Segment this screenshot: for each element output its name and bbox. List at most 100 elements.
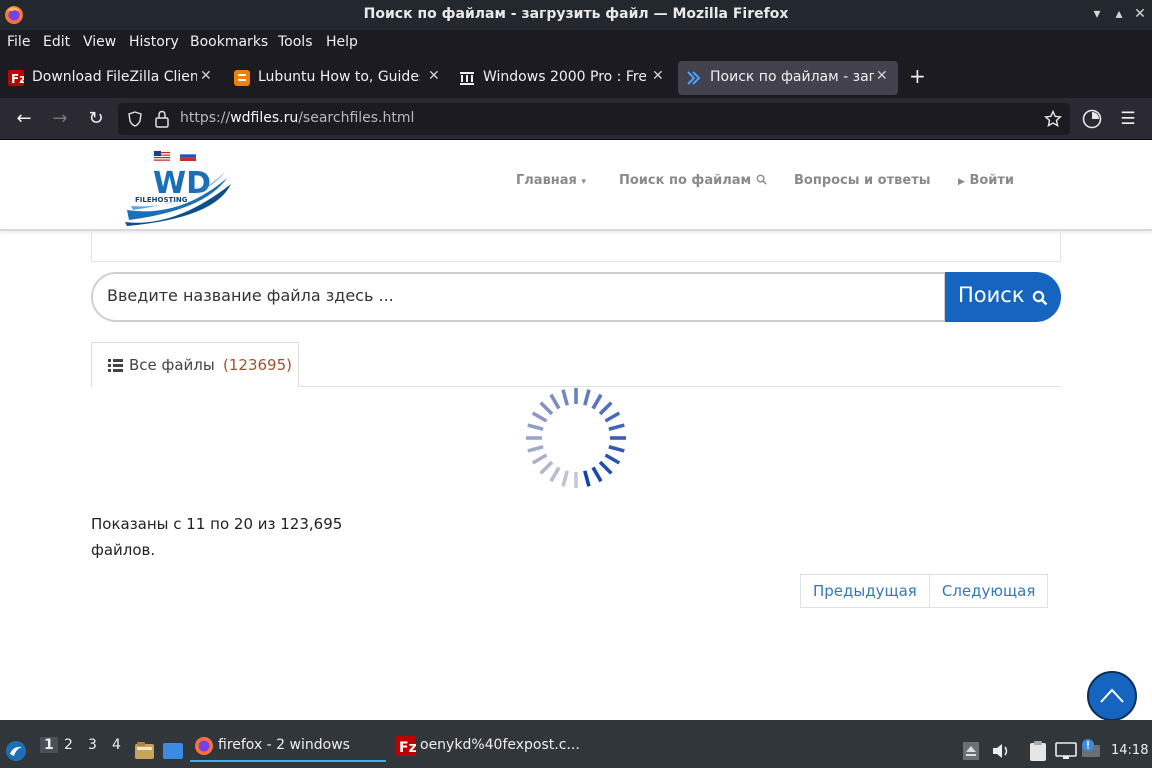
menu-help[interactable]: Help <box>326 34 358 50</box>
blogger-icon <box>234 70 250 86</box>
spinner-segment <box>608 423 625 431</box>
close-icon[interactable]: ✕ <box>428 68 440 84</box>
spinner-segment <box>549 466 561 483</box>
close-icon[interactable]: ✕ <box>200 68 212 84</box>
hamburger-menu-icon[interactable]: ☰ <box>1117 108 1139 130</box>
bookmark-star-icon[interactable] <box>1044 110 1062 128</box>
all-files-label: Все файлы <box>129 356 215 374</box>
spinner-segment <box>531 453 548 465</box>
minimize-icon[interactable]: ▾ <box>1087 4 1107 24</box>
reload-icon[interactable]: ↻ <box>85 108 107 130</box>
lock-icon[interactable] <box>155 110 169 128</box>
window-titlebar: Поиск по файлам - загрузить файл — Mozil… <box>0 0 1152 30</box>
spinner-segment <box>583 470 591 487</box>
network-icon[interactable] <box>1055 742 1077 760</box>
lubuntu-start-icon[interactable] <box>5 740 27 762</box>
search-box <box>91 272 946 322</box>
menu-view[interactable]: View <box>83 34 116 50</box>
url-scheme: https:// <box>180 110 231 126</box>
firefox-icon <box>195 737 213 755</box>
svg-text:Fz: Fz <box>399 740 416 756</box>
close-icon[interactable]: ✕ <box>1130 4 1150 24</box>
forward-arrow-icon[interactable]: → <box>49 108 71 130</box>
close-icon[interactable]: ✕ <box>876 68 888 84</box>
tab-lubuntu[interactable]: Lubuntu How to, Guides, ✕ <box>226 61 446 95</box>
menu-bookmarks[interactable]: Bookmarks <box>190 34 268 50</box>
wdfiles-icon <box>687 71 701 85</box>
desktop-3[interactable]: 3 <box>88 737 97 753</box>
svg-text:Fz: Fz <box>11 72 24 86</box>
tab-wdfiles[interactable]: Поиск по файлам - загр ✕ <box>678 61 898 95</box>
clipboard-icon[interactable] <box>1029 741 1047 761</box>
search-input[interactable] <box>107 286 907 305</box>
spinner-segment <box>539 460 554 475</box>
caret-down-icon: ▾ <box>581 177 586 187</box>
url-host: wdfiles.ru <box>230 110 299 126</box>
taskbar-filezilla-label: oenykd%40fexpost.c... <box>420 737 580 753</box>
nav-search[interactable]: Поиск по файлам <box>619 173 767 188</box>
tab-all-files[interactable]: Все файлы (123695) <box>91 342 299 387</box>
eject-icon[interactable] <box>963 742 979 760</box>
nav-login[interactable]: ▶ Войти <box>958 173 1014 188</box>
taskbar-filezilla[interactable]: Fz oenykd%40fexpost.c... <box>392 730 592 762</box>
pagination: Предыдущая Следующая <box>800 574 1049 608</box>
window-title: Поиск по файлам - загрузить файл — Mozil… <box>363 6 789 22</box>
address-bar[interactable]: https://wdfiles.ru/searchfiles.html <box>118 103 1070 135</box>
desktop-1[interactable]: 1 <box>40 737 58 753</box>
menu-tools[interactable]: Tools <box>278 34 313 50</box>
tab-label: Поиск по файлам - загр <box>710 69 874 85</box>
spinner-segment <box>561 389 569 406</box>
new-tab-plus-icon[interactable]: + <box>909 64 926 88</box>
close-icon[interactable]: ✕ <box>652 68 664 84</box>
spinner-segment <box>527 423 544 431</box>
spinner-segment <box>591 466 603 483</box>
notification-icon[interactable] <box>1082 739 1104 759</box>
navigation-toolbar: ← → ↻ https://wdfiles.ru/searchfiles.htm… <box>0 98 1152 140</box>
volume-icon[interactable] <box>991 742 1011 760</box>
list-icon <box>108 359 123 372</box>
menu-file[interactable]: File <box>7 34 30 50</box>
taskbar-firefox-label: firefox - 2 windows <box>218 737 350 753</box>
scroll-to-top-button[interactable] <box>1087 671 1137 720</box>
desktop-4[interactable]: 4 <box>112 737 121 753</box>
spinner-segment <box>527 445 544 453</box>
menu-bar: File Edit View History Bookmarks Tools H… <box>0 30 1152 56</box>
tab-filezilla[interactable]: Fz Download FileZilla Client ✕ <box>0 61 220 95</box>
site-logo[interactable]: WD FILEHOSTING <box>125 148 235 228</box>
chevron-up-icon <box>1100 688 1124 703</box>
next-page-button[interactable]: Следующая <box>928 575 1048 607</box>
spinner-segment <box>549 393 561 410</box>
spinner-segment <box>608 445 625 453</box>
tab-windows2000[interactable]: Windows 2000 Pro : Free ✕ <box>451 61 671 95</box>
search-button[interactable]: Поиск <box>945 272 1061 322</box>
account-icon[interactable] <box>1081 108 1103 130</box>
nav-faq[interactable]: Вопросы и ответы <box>794 173 930 188</box>
desktop-2[interactable]: 2 <box>64 737 73 753</box>
show-desktop-icon[interactable] <box>163 743 183 759</box>
results-summary: Показаны с 11 по 20 из 123,695 файлов. <box>91 511 351 563</box>
loading-spinner-icon <box>526 388 626 488</box>
tracking-shield-icon[interactable] <box>127 111 143 127</box>
previous-page-button[interactable]: Предыдущая <box>801 575 929 607</box>
results-summary-line1: Показаны с 11 по 20 из 123,695 <box>91 515 343 533</box>
file-manager-icon[interactable] <box>135 742 154 759</box>
spinner-segment <box>531 411 548 423</box>
tab-bar: Fz Download FileZilla Client ✕ Lubuntu H… <box>0 56 1152 98</box>
all-files-count: (123695) <box>223 356 292 374</box>
menu-edit[interactable]: Edit <box>43 34 70 50</box>
back-arrow-icon[interactable]: ← <box>13 108 35 130</box>
url-text: https://wdfiles.ru/searchfiles.html <box>180 110 414 126</box>
search-icon <box>1032 290 1048 306</box>
nav-home[interactable]: Главная ▾ <box>516 173 586 188</box>
tab-label: Download FileZilla Client <box>32 69 197 85</box>
menu-history[interactable]: History <box>129 34 179 50</box>
url-path: /searchfiles.html <box>298 110 415 126</box>
caret-right-icon: ▶ <box>958 177 965 187</box>
spinner-segment <box>583 389 591 406</box>
taskbar-firefox[interactable]: firefox - 2 windows <box>190 730 386 762</box>
spinner-segment <box>598 401 613 416</box>
spinner-segment <box>604 411 621 423</box>
maximize-icon[interactable]: ▴ <box>1109 4 1129 24</box>
taskbar: 1 2 3 4 firefox - 2 windows Fz oenykd%40… <box>0 720 1152 768</box>
filezilla-icon: Fz <box>396 736 416 756</box>
